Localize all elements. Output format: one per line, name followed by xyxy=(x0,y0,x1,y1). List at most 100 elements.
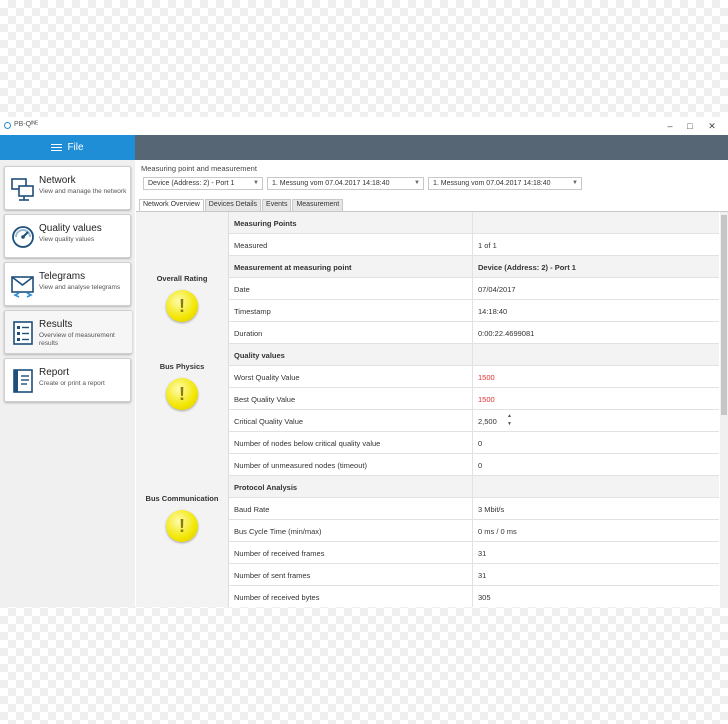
select-value: Device (Address: 2) - Port 1 xyxy=(148,180,235,187)
table-section-header: Protocol Analysis xyxy=(229,476,719,498)
results-table: Measuring Points Measured 1 of 1 Measuremen… xyxy=(229,212,719,607)
sidebar-item-desc: View and analyse telegrams xyxy=(39,284,121,291)
tab-network-overview[interactable]: Network Overview xyxy=(139,199,204,211)
row-value: 3 Mbit/s xyxy=(478,505,505,514)
row-value: 0 xyxy=(478,439,483,448)
tab-devices-details[interactable]: Devices Details xyxy=(204,199,262,211)
table-row: Number of sent frames 31 xyxy=(229,564,719,586)
row-label: Number of received frames xyxy=(234,549,325,558)
results-icon xyxy=(10,320,36,346)
sidebar-item-results[interactable]: Results Overview of measurement results xyxy=(4,310,132,354)
column-divider xyxy=(472,564,473,586)
select-value: 1. Messung vom 07.04.2017 14:18:40 xyxy=(272,180,390,187)
chevron-down-icon: ▼ xyxy=(572,180,578,186)
table-row: Best Quality Value 1500 xyxy=(229,388,719,410)
comparison-measurement-select[interactable]: 1. Messung vom 07.04.2017 14:18:40 ▼ xyxy=(428,177,582,190)
network-icon xyxy=(10,176,36,202)
table-row: Measured 1 of 1 xyxy=(229,234,719,256)
gauge-icon xyxy=(10,224,36,250)
select-value: 1. Messung vom 07.04.2017 14:18:40 xyxy=(433,180,551,187)
row-value: 31 xyxy=(478,571,487,580)
bus-physics-label: Bus Physics xyxy=(159,362,205,371)
report-icon xyxy=(10,368,36,394)
column-divider xyxy=(472,542,473,564)
row-value: 305 xyxy=(478,593,491,602)
app-window: PB-Qᴵᴺᴱ – □ ✕ File Network View and mana… xyxy=(0,117,728,607)
measurement-select[interactable]: 1. Messung vom 07.04.2017 14:18:40 ▼ xyxy=(267,177,424,190)
column-divider xyxy=(472,366,473,388)
column-divider xyxy=(472,586,473,607)
column-divider xyxy=(472,300,473,322)
table-section-header: Measurement at measuring point Device (Ad… xyxy=(229,256,719,278)
table-section-header: Quality values xyxy=(229,344,719,366)
row-value: 07/04/2017 xyxy=(478,285,516,294)
row-value: 0 ms / 0 ms xyxy=(478,527,517,536)
bus-communication-label: Bus Communication xyxy=(145,494,219,503)
row-label: Quality values xyxy=(234,351,285,360)
sidebar-item-title: Results xyxy=(39,319,73,330)
table-row: Critical Quality Value 2,500 ▲ ▼ xyxy=(229,410,719,432)
top-bar: File xyxy=(0,135,728,160)
column-divider xyxy=(472,212,473,234)
row-label: Measurement at measuring point xyxy=(234,263,352,272)
row-value: 2,500 xyxy=(478,417,497,426)
overall-rating-label: Overall Rating xyxy=(156,274,208,283)
measuring-point-label: Measuring point and measurement xyxy=(141,164,257,173)
app-title: PB-Qᴵᴺᴱ xyxy=(14,121,39,128)
tab-measurement[interactable]: Measurement xyxy=(292,199,344,211)
table-row: Duration 0:00:22.4699081 xyxy=(229,322,719,344)
sidebar-item-desc: Create or print a report xyxy=(39,380,105,387)
measuring-point-select[interactable]: Device (Address: 2) - Port 1 ▼ xyxy=(143,177,263,190)
column-divider xyxy=(472,322,473,344)
rating-column: Overall Rating ! Bus Physics ! Bus Commu… xyxy=(136,212,229,607)
close-button[interactable]: ✕ xyxy=(704,119,720,133)
sidebar-item-quality-values[interactable]: Quality values View quality values xyxy=(4,214,131,258)
overview-content: Overall Rating ! Bus Physics ! Bus Commu… xyxy=(136,211,728,607)
table-row: Worst Quality Value 1500 xyxy=(229,366,719,388)
table-row: Number of received frames 31 xyxy=(229,542,719,564)
sidebar-item-report[interactable]: Report Create or print a report xyxy=(4,358,131,402)
table-row: Timestamp 14:18:40 xyxy=(229,300,719,322)
table-row: Number of unmeasured nodes (timeout) 0 xyxy=(229,454,719,476)
row-label: Bus Cycle Time (min/max) xyxy=(234,527,322,536)
table-row: Date 07/04/2017 xyxy=(229,278,719,300)
vertical-scrollbar[interactable] xyxy=(720,212,728,607)
row-value: 1500 xyxy=(478,373,495,382)
row-value: 1 of 1 xyxy=(478,241,497,250)
warning-icon: ! xyxy=(166,290,198,322)
row-label: Critical Quality Value xyxy=(234,417,304,426)
file-menu-button[interactable]: File xyxy=(0,135,135,160)
menu-icon xyxy=(51,143,63,152)
row-label: Protocol Analysis xyxy=(234,483,298,492)
scrollbar-thumb[interactable] xyxy=(721,215,727,415)
tab-events[interactable]: Events xyxy=(262,199,292,211)
row-label: Date xyxy=(234,285,250,294)
row-value: 31 xyxy=(478,549,487,558)
row-label: Measured xyxy=(234,241,268,250)
sidebar-item-telegrams[interactable]: Telegrams View and analyse telegrams xyxy=(4,262,131,306)
sidebar: Network View and manage the network Qual… xyxy=(0,160,135,607)
sidebar-item-desc: View and manage the network xyxy=(39,188,127,195)
row-value: 14:18:40 xyxy=(478,307,508,316)
telegram-icon xyxy=(10,272,36,298)
column-divider xyxy=(472,454,473,476)
column-divider xyxy=(472,498,473,520)
app-logo-icon xyxy=(4,122,11,129)
row-label: Number of nodes below critical quality v… xyxy=(234,439,381,448)
row-label: Baud Rate xyxy=(234,505,270,514)
main-panel: Measuring point and measurement Device (… xyxy=(136,160,728,607)
warning-icon: ! xyxy=(166,510,198,542)
row-label: Number of sent frames xyxy=(234,571,311,580)
column-divider xyxy=(472,234,473,256)
sidebar-item-network[interactable]: Network View and manage the network xyxy=(4,166,131,210)
row-label: Measuring Points xyxy=(234,219,297,228)
chevron-down-icon: ▼ xyxy=(253,180,259,186)
minimize-button[interactable]: – xyxy=(662,119,678,133)
stepper-arrows-icon[interactable]: ▲ ▼ xyxy=(507,412,512,428)
maximize-button[interactable]: □ xyxy=(682,119,698,133)
tab-bar: Network Overview Devices Details Events … xyxy=(139,199,344,211)
warning-icon: ! xyxy=(166,378,198,410)
column-divider xyxy=(472,278,473,300)
column-divider xyxy=(472,476,473,498)
title-bar: PB-Qᴵᴺᴱ – □ ✕ xyxy=(0,117,728,135)
